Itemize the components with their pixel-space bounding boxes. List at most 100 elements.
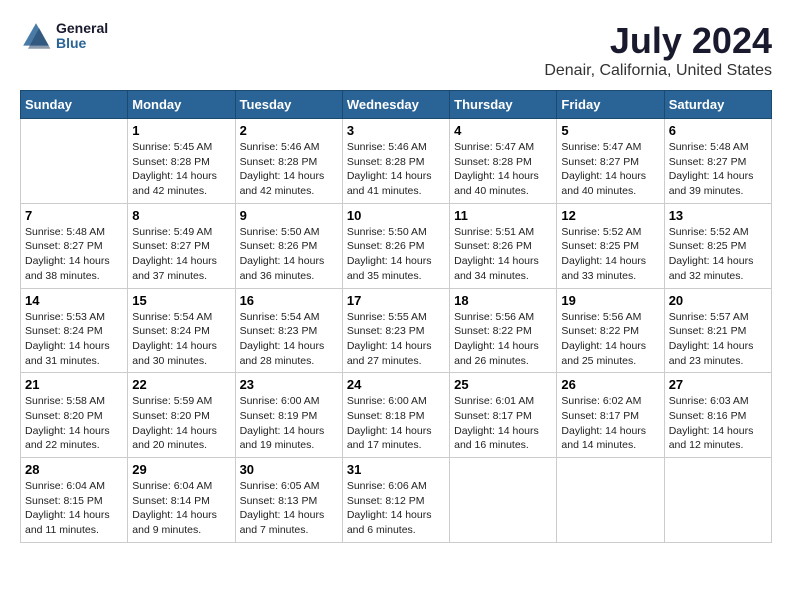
calendar-cell: 8Sunrise: 5:49 AMSunset: 8:27 PMDaylight… bbox=[128, 203, 235, 288]
calendar-cell: 14Sunrise: 5:53 AMSunset: 8:24 PMDayligh… bbox=[21, 288, 128, 373]
day-info: Sunrise: 6:06 AMSunset: 8:12 PMDaylight:… bbox=[347, 479, 445, 538]
logo-text: General Blue bbox=[56, 21, 108, 52]
logo-blue: Blue bbox=[56, 36, 108, 51]
day-number: 15 bbox=[132, 293, 230, 308]
day-number: 7 bbox=[25, 208, 123, 223]
day-info: Sunrise: 6:04 AMSunset: 8:15 PMDaylight:… bbox=[25, 479, 123, 538]
day-number: 29 bbox=[132, 462, 230, 477]
day-number: 23 bbox=[240, 377, 338, 392]
day-number: 20 bbox=[669, 293, 767, 308]
day-info: Sunrise: 6:05 AMSunset: 8:13 PMDaylight:… bbox=[240, 479, 338, 538]
day-number: 21 bbox=[25, 377, 123, 392]
day-number: 27 bbox=[669, 377, 767, 392]
calendar-week-1: 1 Sunrise: 5:45 AMSunset: 8:28 PMDaylight… bbox=[21, 119, 772, 204]
calendar-cell: 23 Sunrise: 6:00 AMSunset: 8:19 PMDayligh… bbox=[235, 373, 342, 458]
day-number: 22 bbox=[132, 377, 230, 392]
day-info: Sunrise: 6:00 AMSunset: 8:19 PMDaylight:… bbox=[240, 394, 338, 453]
logo-general: General bbox=[56, 21, 108, 36]
calendar-cell: 6Sunrise: 5:48 AMSunset: 8:27 PMDaylight… bbox=[664, 119, 771, 204]
header-row: SundayMondayTuesdayWednesdayThursdayFrid… bbox=[21, 91, 772, 119]
day-number: 2 bbox=[240, 123, 338, 138]
day-info: Sunrise: 5:59 AMSunset: 8:20 PMDaylight:… bbox=[132, 394, 230, 453]
day-number: 12 bbox=[561, 208, 659, 223]
day-number: 14 bbox=[25, 293, 123, 308]
day-number: 9 bbox=[240, 208, 338, 223]
header-cell-saturday: Saturday bbox=[664, 91, 771, 119]
day-number: 11 bbox=[454, 208, 552, 223]
calendar-cell bbox=[557, 458, 664, 543]
day-info: Sunrise: 5:54 AMSunset: 8:23 PMDaylight:… bbox=[240, 310, 338, 369]
day-info: Sunrise: 5:51 AMSunset: 8:26 PMDaylight:… bbox=[454, 225, 552, 284]
day-info: Sunrise: 6:01 AMSunset: 8:17 PMDaylight:… bbox=[454, 394, 552, 453]
day-info: Sunrise: 5:58 AMSunset: 8:20 PMDaylight:… bbox=[25, 394, 123, 453]
calendar-cell: 11 Sunrise: 5:51 AMSunset: 8:26 PMDayligh… bbox=[450, 203, 557, 288]
day-info: Sunrise: 5:48 AMSunset: 8:27 PMDaylight:… bbox=[25, 225, 123, 284]
day-number: 1 bbox=[132, 123, 230, 138]
header-cell-wednesday: Wednesday bbox=[342, 91, 449, 119]
day-info: Sunrise: 5:55 AMSunset: 8:23 PMDaylight:… bbox=[347, 310, 445, 369]
calendar-cell: 22 Sunrise: 5:59 AMSunset: 8:20 PMDayligh… bbox=[128, 373, 235, 458]
calendar-cell: 4 Sunrise: 5:47 AMSunset: 8:28 PMDaylight… bbox=[450, 119, 557, 204]
header-cell-thursday: Thursday bbox=[450, 91, 557, 119]
calendar-cell: 12 Sunrise: 5:52 AMSunset: 8:25 PMDayligh… bbox=[557, 203, 664, 288]
day-number: 30 bbox=[240, 462, 338, 477]
calendar-cell: 13Sunrise: 5:52 AMSunset: 8:25 PMDayligh… bbox=[664, 203, 771, 288]
header-cell-tuesday: Tuesday bbox=[235, 91, 342, 119]
day-info: Sunrise: 5:50 AMSunset: 8:26 PMDaylight:… bbox=[347, 225, 445, 284]
day-info: Sunrise: 6:00 AMSunset: 8:18 PMDaylight:… bbox=[347, 394, 445, 453]
day-info: Sunrise: 5:45 AMSunset: 8:28 PMDaylight:… bbox=[132, 140, 230, 199]
header-cell-sunday: Sunday bbox=[21, 91, 128, 119]
day-info: Sunrise: 5:54 AMSunset: 8:24 PMDaylight:… bbox=[132, 310, 230, 369]
day-number: 10 bbox=[347, 208, 445, 223]
day-info: Sunrise: 5:50 AMSunset: 8:26 PMDaylight:… bbox=[240, 225, 338, 284]
calendar-cell: 24 Sunrise: 6:00 AMSunset: 8:18 PMDayligh… bbox=[342, 373, 449, 458]
page-title: July 2024 bbox=[544, 20, 772, 62]
calendar-cell: 2 Sunrise: 5:46 AMSunset: 8:28 PMDaylight… bbox=[235, 119, 342, 204]
day-info: Sunrise: 5:46 AMSunset: 8:28 PMDaylight:… bbox=[347, 140, 445, 199]
day-number: 24 bbox=[347, 377, 445, 392]
calendar-cell: 31Sunrise: 6:06 AMSunset: 8:12 PMDayligh… bbox=[342, 458, 449, 543]
day-info: Sunrise: 6:02 AMSunset: 8:17 PMDaylight:… bbox=[561, 394, 659, 453]
calendar-cell: 27 Sunrise: 6:03 AMSunset: 8:16 PMDayligh… bbox=[664, 373, 771, 458]
day-info: Sunrise: 6:03 AMSunset: 8:16 PMDaylight:… bbox=[669, 394, 767, 453]
calendar-cell: 18 Sunrise: 5:56 AMSunset: 8:22 PMDayligh… bbox=[450, 288, 557, 373]
calendar-week-3: 14Sunrise: 5:53 AMSunset: 8:24 PMDayligh… bbox=[21, 288, 772, 373]
calendar-cell: 15 Sunrise: 5:54 AMSunset: 8:24 PMDayligh… bbox=[128, 288, 235, 373]
page-subtitle: Denair, California, United States bbox=[544, 62, 772, 80]
logo-icon bbox=[20, 20, 52, 52]
calendar-cell: 7 Sunrise: 5:48 AMSunset: 8:27 PMDaylight… bbox=[21, 203, 128, 288]
header-cell-friday: Friday bbox=[557, 91, 664, 119]
day-number: 18 bbox=[454, 293, 552, 308]
calendar-cell: 9 Sunrise: 5:50 AMSunset: 8:26 PMDaylight… bbox=[235, 203, 342, 288]
day-number: 3 bbox=[347, 123, 445, 138]
day-info: Sunrise: 5:47 AMSunset: 8:27 PMDaylight:… bbox=[561, 140, 659, 199]
day-number: 19 bbox=[561, 293, 659, 308]
calendar-week-5: 28Sunrise: 6:04 AMSunset: 8:15 PMDayligh… bbox=[21, 458, 772, 543]
calendar-cell: 10 Sunrise: 5:50 AMSunset: 8:26 PMDayligh… bbox=[342, 203, 449, 288]
day-info: Sunrise: 5:52 AMSunset: 8:25 PMDaylight:… bbox=[669, 225, 767, 284]
day-info: Sunrise: 5:46 AMSunset: 8:28 PMDaylight:… bbox=[240, 140, 338, 199]
calendar-header: SundayMondayTuesdayWednesdayThursdayFrid… bbox=[21, 91, 772, 119]
calendar-table: SundayMondayTuesdayWednesdayThursdayFrid… bbox=[20, 90, 772, 543]
calendar-cell bbox=[21, 119, 128, 204]
calendar-cell: 28Sunrise: 6:04 AMSunset: 8:15 PMDayligh… bbox=[21, 458, 128, 543]
title-area: July 2024 Denair, California, United Sta… bbox=[544, 20, 772, 80]
day-info: Sunrise: 6:04 AMSunset: 8:14 PMDaylight:… bbox=[132, 479, 230, 538]
day-number: 26 bbox=[561, 377, 659, 392]
calendar-cell: 5Sunrise: 5:47 AMSunset: 8:27 PMDaylight… bbox=[557, 119, 664, 204]
calendar-cell: 25Sunrise: 6:01 AMSunset: 8:17 PMDayligh… bbox=[450, 373, 557, 458]
day-info: Sunrise: 5:48 AMSunset: 8:27 PMDaylight:… bbox=[669, 140, 767, 199]
day-info: Sunrise: 5:47 AMSunset: 8:28 PMDaylight:… bbox=[454, 140, 552, 199]
calendar-week-4: 21 Sunrise: 5:58 AMSunset: 8:20 PMDayligh… bbox=[21, 373, 772, 458]
day-info: Sunrise: 5:52 AMSunset: 8:25 PMDaylight:… bbox=[561, 225, 659, 284]
day-number: 4 bbox=[454, 123, 552, 138]
calendar-cell: 20 Sunrise: 5:57 AMSunset: 8:21 PMDayligh… bbox=[664, 288, 771, 373]
day-info: Sunrise: 5:56 AMSunset: 8:22 PMDaylight:… bbox=[454, 310, 552, 369]
day-info: Sunrise: 5:57 AMSunset: 8:21 PMDaylight:… bbox=[669, 310, 767, 369]
day-number: 8 bbox=[132, 208, 230, 223]
calendar-cell: 30 Sunrise: 6:05 AMSunset: 8:13 PMDayligh… bbox=[235, 458, 342, 543]
day-info: Sunrise: 5:56 AMSunset: 8:22 PMDaylight:… bbox=[561, 310, 659, 369]
calendar-cell: 3 Sunrise: 5:46 AMSunset: 8:28 PMDaylight… bbox=[342, 119, 449, 204]
calendar-body: 1 Sunrise: 5:45 AMSunset: 8:28 PMDaylight… bbox=[21, 119, 772, 543]
calendar-cell: 17Sunrise: 5:55 AMSunset: 8:23 PMDayligh… bbox=[342, 288, 449, 373]
